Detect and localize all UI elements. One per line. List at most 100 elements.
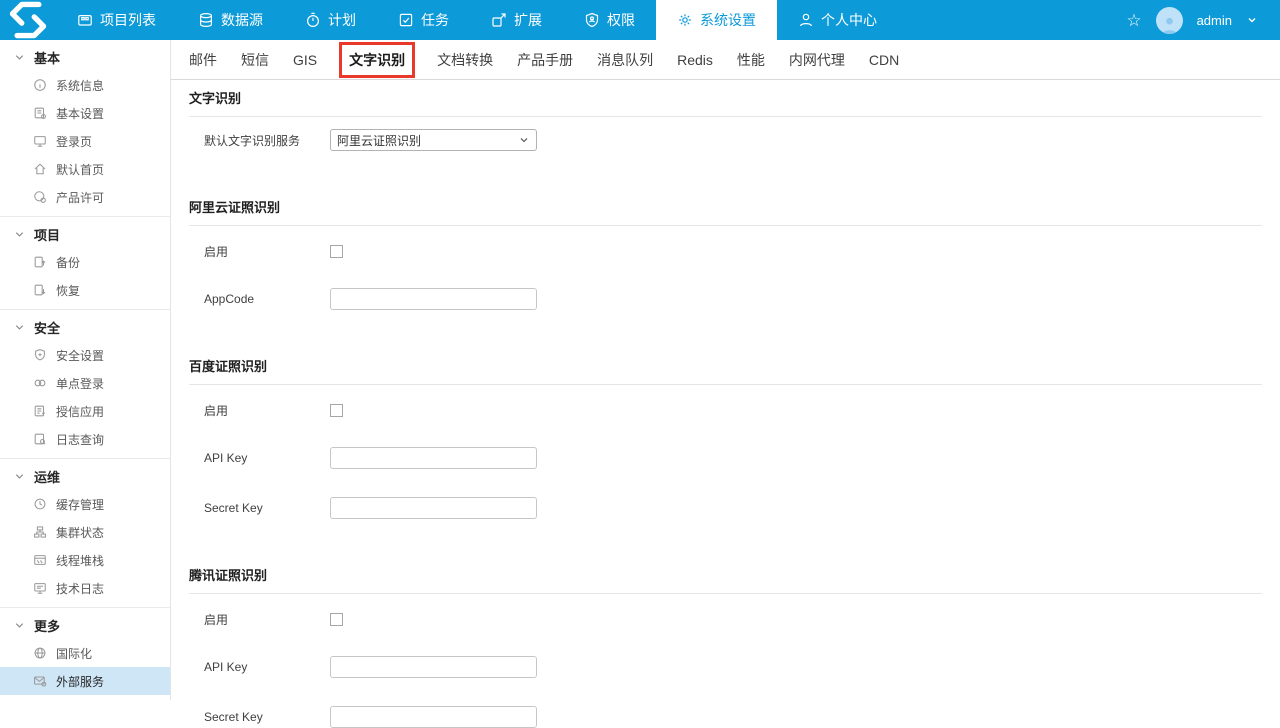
tencent-enable-checkbox[interactable] — [330, 613, 343, 626]
restore-icon — [34, 284, 46, 296]
sidebar-item-product-license[interactable]: 产品许可 — [0, 183, 170, 211]
nav-item-schedule[interactable]: 计划 — [284, 0, 377, 40]
baidu-secret-key-input[interactable] — [330, 497, 537, 519]
nav-item-label: 数据源 — [221, 12, 263, 28]
cache-icon — [34, 498, 46, 510]
tab-message-queue[interactable]: 消息队列 — [597, 50, 653, 70]
datasource-icon — [199, 12, 213, 28]
user-menu-chevron-down-icon[interactable] — [1246, 14, 1258, 26]
sidebar-item-cache-management[interactable]: 缓存管理 — [0, 490, 170, 518]
tab-ocr[interactable]: 文字识别 — [349, 52, 405, 68]
app-logo[interactable] — [0, 0, 56, 40]
field-label: 启用 — [204, 245, 229, 259]
sidebar-item-backup[interactable]: 备份 — [0, 248, 170, 276]
schedule-icon — [306, 12, 320, 28]
sidebar-item-external-services[interactable]: 外部服务 — [0, 667, 170, 695]
tencent-api-key-input[interactable] — [330, 656, 537, 678]
nav-item-profile-center[interactable]: 个人中心 — [777, 0, 898, 40]
form-row-tencent-api-key: API Key — [189, 656, 1262, 678]
aliyun-enable-checkbox[interactable] — [330, 245, 343, 258]
sidebar-item-label: 恢复 — [56, 283, 81, 298]
tab-performance[interactable]: 性能 — [737, 50, 765, 70]
tab-cdn[interactable]: CDN — [869, 52, 899, 68]
sidebar-item-label: 技术日志 — [56, 581, 105, 596]
form-row-baidu-api-key: API Key — [189, 447, 1262, 469]
form-row-baidu-secret-key: Secret Key — [189, 497, 1262, 519]
tab-doc-convert[interactable]: 文档转换 — [437, 50, 493, 70]
sidebar-group-basic: 基本 系统信息 基本设置 登录页 默认首页 产品许可 — [0, 40, 170, 216]
tab-mail[interactable]: 邮件 — [189, 50, 217, 70]
sidebar-item-collaboration[interactable]: 协同办公 — [0, 695, 170, 700]
chevron-down-icon — [15, 324, 24, 330]
nav-item-extensions[interactable]: 扩展 — [470, 0, 563, 40]
sidebar-item-label: 日志查询 — [56, 432, 105, 447]
nav-item-label: 权限 — [607, 12, 635, 28]
sidebar-item-trusted-apps[interactable]: 授信应用 — [0, 397, 170, 425]
tab-sms[interactable]: 短信 — [241, 50, 269, 70]
sidebar-item-label: 国际化 — [56, 646, 93, 661]
i18n-icon — [34, 647, 46, 659]
sidebar-item-thread-stack[interactable]: 线程堆栈 — [0, 546, 170, 574]
tab-intranet-proxy[interactable]: 内网代理 — [789, 50, 845, 70]
login-page-icon — [34, 136, 46, 147]
sidebar-item-i18n[interactable]: 国际化 — [0, 639, 170, 667]
sidebar-item-log-query[interactable]: 日志查询 — [0, 425, 170, 453]
top-nav: 项目列表 数据源 计划 任务 扩展 权限 系统设置 个人中心 ☆ admin — [0, 0, 1280, 40]
select-value: 阿里云证照识别 — [337, 133, 422, 148]
username-label[interactable]: admin — [1197, 13, 1232, 28]
sidebar-item-basic-settings[interactable]: 基本设置 — [0, 99, 170, 127]
baidu-api-key-input[interactable] — [330, 447, 537, 469]
nav-item-label: 个人中心 — [821, 12, 877, 28]
nav-item-label: 系统设置 — [700, 12, 756, 28]
sso-icon — [34, 379, 46, 387]
sidebar-group-header-ops[interactable]: 运维 — [0, 462, 170, 490]
nav-item-datasource[interactable]: 数据源 — [177, 0, 284, 40]
sidebar-item-label: 默认首页 — [56, 162, 105, 177]
sidebar-group-header-security[interactable]: 安全 — [0, 313, 170, 341]
sidebar-item-login-page[interactable]: 登录页 — [0, 127, 170, 155]
info-icon — [34, 79, 46, 91]
nav-item-project-list[interactable]: 项目列表 — [56, 0, 177, 40]
sidebar-group-header-more[interactable]: 更多 — [0, 611, 170, 639]
baidu-enable-checkbox[interactable] — [330, 404, 343, 417]
section-title-ocr: 文字识别 — [189, 88, 1262, 117]
field-label: 默认文字识别服务 — [204, 133, 301, 148]
sidebar-group-security: 安全 安全设置 单点登录 授信应用 日志查询 — [0, 309, 170, 458]
cluster-icon — [34, 526, 46, 538]
settings-panel: 文字识别 默认文字识别服务 阿里云证照识别 阿里云证照识别 启用 AppCode… — [171, 88, 1280, 728]
tencent-secret-key-input[interactable] — [330, 706, 537, 728]
favorite-star-icon[interactable]: ☆ — [1126, 12, 1141, 29]
sidebar-item-sso[interactable]: 单点登录 — [0, 369, 170, 397]
tab-gis[interactable]: GIS — [293, 52, 317, 68]
basic-settings-icon — [34, 107, 46, 119]
sidebar-item-default-home[interactable]: 默认首页 — [0, 155, 170, 183]
section-title-tencent: 腾讯证照识别 — [189, 565, 1262, 594]
nav-item-label: 任务 — [421, 12, 449, 28]
form-row-aliyun-appcode: AppCode — [189, 288, 1262, 310]
nav-item-system-settings[interactable]: 系统设置 — [656, 0, 777, 40]
field-label: 启用 — [204, 613, 229, 627]
sidebar-item-cluster-status[interactable]: 集群状态 — [0, 518, 170, 546]
tab-redis[interactable]: Redis — [677, 52, 713, 68]
sidebar-group-header-basic[interactable]: 基本 — [0, 43, 170, 71]
external-services-icon — [34, 676, 47, 687]
field-label: 启用 — [204, 404, 229, 418]
form-row-aliyun-enable: 启用 — [189, 243, 1262, 260]
sidebar-item-tech-logs[interactable]: 技术日志 — [0, 574, 170, 602]
form-row-baidu-enable: 启用 — [189, 402, 1262, 419]
threads-icon — [34, 555, 46, 565]
sidebar-item-security-settings[interactable]: 安全设置 — [0, 341, 170, 369]
sidebar-item-label: 外部服务 — [56, 674, 105, 689]
aliyun-appcode-input[interactable] — [330, 288, 537, 310]
sidebar-group-header-project[interactable]: 项目 — [0, 220, 170, 248]
home-icon — [34, 163, 46, 175]
tab-product-manual[interactable]: 产品手册 — [517, 50, 573, 70]
nav-item-label: 项目列表 — [100, 12, 156, 28]
nav-item-tasks[interactable]: 任务 — [377, 0, 470, 40]
user-avatar[interactable] — [1155, 6, 1183, 34]
nav-item-permissions[interactable]: 权限 — [563, 0, 656, 40]
default-ocr-service-select[interactable]: 阿里云证照识别 — [330, 129, 537, 151]
section-title-baidu: 百度证照识别 — [189, 356, 1262, 385]
sidebar-item-system-info[interactable]: 系统信息 — [0, 71, 170, 99]
sidebar-item-restore[interactable]: 恢复 — [0, 276, 170, 304]
